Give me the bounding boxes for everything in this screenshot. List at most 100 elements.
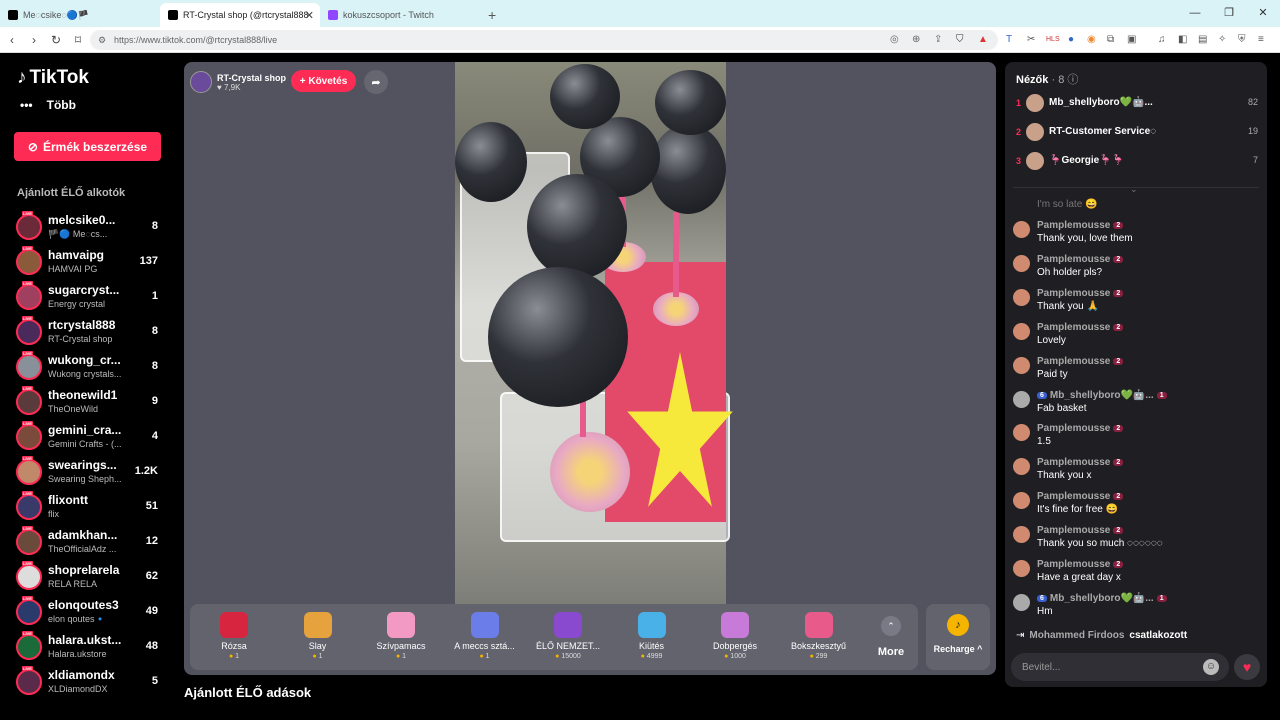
share-button[interactable]: ➦ xyxy=(364,70,388,94)
creator-item[interactable]: LIVE wukong_cr... Wukong crystals... 8 xyxy=(14,351,164,385)
creator-item[interactable]: LIVE xldiamondx XLDiamondDX 5 xyxy=(14,666,164,700)
creator-avatar[interactable] xyxy=(16,389,42,415)
creator-item[interactable]: LIVE rtcrystal888 RT-Crystal shop 8 xyxy=(14,316,164,350)
creator-avatar[interactable] xyxy=(16,564,42,590)
vpn-icon[interactable]: ⛨ xyxy=(1238,34,1246,45)
top-viewer-row[interactable]: 2 RT-Customer Service◌ 19 xyxy=(1016,123,1258,145)
chat-avatar[interactable] xyxy=(1013,390,1030,408)
chat-user[interactable]: Pamplemousse 2 xyxy=(1037,220,1124,231)
creator-avatar[interactable] xyxy=(16,284,42,310)
menu-icon[interactable]: ≡ xyxy=(1258,34,1264,45)
creator-avatar[interactable] xyxy=(16,424,42,450)
tab-rtcrystal[interactable]: RT-Crystal shop (@rtcrystal888 ✕ xyxy=(160,3,320,27)
extension-icon[interactable]: ● xyxy=(1068,34,1074,45)
minimize-icon[interactable]: — xyxy=(1178,0,1212,27)
wallet-icon[interactable]: ▤ xyxy=(1198,34,1207,45)
shield-icon[interactable]: ⛉ xyxy=(956,34,964,45)
chat-avatar[interactable] xyxy=(1013,221,1030,238)
chat-user[interactable]: Pamplemousse 2 xyxy=(1037,356,1124,367)
extension-icon[interactable]: ✂ xyxy=(1027,34,1035,45)
close-tab-icon[interactable]: ✕ xyxy=(305,9,314,22)
creator-item[interactable]: LIVE shoprelarela RELA RELA 62 xyxy=(14,561,164,595)
chat-user[interactable]: Pamplemousse 2 xyxy=(1037,559,1124,570)
more-menu[interactable]: ••• Több xyxy=(20,98,76,112)
creator-avatar[interactable] xyxy=(16,354,42,380)
gift-item[interactable]: Bokszkesztyű 299 xyxy=(778,608,860,668)
close-window-icon[interactable]: ✕ xyxy=(1246,0,1280,27)
hls-extension-icon[interactable]: HLS xyxy=(1046,36,1060,43)
chat-avatar[interactable] xyxy=(1013,526,1030,544)
chat-user[interactable]: Pamplemousse 2 xyxy=(1037,322,1124,333)
creator-avatar[interactable] xyxy=(16,319,42,345)
gift-item[interactable]: ÉLŐ NEMZET... 15000 xyxy=(527,608,609,668)
creator-item[interactable]: LIVE hamvaipg HAMVAI PG 137 xyxy=(14,246,164,280)
translate-icon[interactable]: T xyxy=(1006,34,1012,45)
creator-avatar[interactable] xyxy=(16,529,42,555)
zoom-icon[interactable]: ⊕ xyxy=(912,34,920,45)
top-viewer-row[interactable]: 1 Mb_shellyboro💚🤖... 82 xyxy=(1016,94,1258,116)
creator-item[interactable]: LIVE theonewild1 TheOneWild 9 xyxy=(14,386,164,420)
tab-twitch[interactable]: kokuszcsoport - Twitch xyxy=(320,3,480,27)
creator-avatar[interactable] xyxy=(16,634,42,660)
url-bar[interactable]: ⚙ https://www.tiktok.com/@rtcrystal888/l… xyxy=(90,30,998,50)
gift-item[interactable]: Slay 1 xyxy=(277,608,359,668)
creator-avatar[interactable] xyxy=(16,494,42,520)
creator-item[interactable]: LIVE adamkhan... TheOfficialAdz ... 12 xyxy=(14,526,164,560)
back-icon[interactable]: ‹ xyxy=(2,33,22,47)
gift-item[interactable]: Szívpamacs 1 xyxy=(360,608,442,668)
puzzle-icon[interactable]: ⧉ xyxy=(1107,34,1114,45)
chevron-down-icon[interactable]: ⌄ xyxy=(1130,184,1138,195)
chat-avatar[interactable] xyxy=(1013,322,1030,340)
info-icon[interactable]: ⓘ xyxy=(1067,74,1078,86)
chat-user[interactable]: Pamplemousse 2 xyxy=(1037,254,1124,265)
chat-user[interactable]: Pamplemousse 2 xyxy=(1037,288,1124,299)
joined-user[interactable]: Mohammed Firdoos xyxy=(1029,630,1124,641)
creator-item[interactable]: LIVE gemini_cra... Gemini Crafts - (... 4 xyxy=(14,421,164,455)
gift-item[interactable]: A meccs sztá... 1 xyxy=(444,608,526,668)
chat-user[interactable]: Pamplemousse 2 xyxy=(1037,491,1124,502)
chat-avatar[interactable] xyxy=(1013,560,1030,577)
chat-user[interactable]: Pamplemousse 2 xyxy=(1037,457,1124,468)
chat-avatar[interactable] xyxy=(1013,288,1030,306)
chat-user[interactable]: Pamplemousse 2 xyxy=(1037,525,1124,536)
creator-avatar[interactable] xyxy=(16,459,42,485)
extension-icon[interactable]: ◉ xyxy=(1087,34,1096,45)
creator-item[interactable]: LIVE melcsike0... 🏴🔵 Me◌cs... 8 xyxy=(14,211,164,245)
viewer-avatar[interactable] xyxy=(1026,123,1044,141)
streamer-info[interactable]: RT-Crystal shop ♥ 7,9K xyxy=(190,69,286,95)
site-info-icon[interactable]: ⚙ xyxy=(98,35,106,46)
creator-avatar[interactable] xyxy=(16,249,42,275)
viewer-name[interactable]: 🦩Georgie🦩🦩 xyxy=(1049,155,1124,166)
creator-item[interactable]: LIVE elonqoutes3 elon qoutes🔹 49 xyxy=(14,596,164,630)
chat-avatar[interactable] xyxy=(1013,424,1030,442)
sidebar-icon[interactable]: ◧ xyxy=(1178,34,1187,45)
creator-item[interactable]: LIVE swearings... Swearing Sheph... 1.2K xyxy=(14,456,164,490)
tab-mecsike[interactable]: Me◌csike◌🔵🏴 xyxy=(0,3,160,27)
buy-coins-button[interactable]: ⊘ Érmék beszerzése xyxy=(14,132,161,161)
tiktok-logo[interactable]: ♪ TikTok xyxy=(17,67,89,89)
viewer-name[interactable]: Mb_shellyboro💚🤖... xyxy=(1049,97,1153,108)
chat-avatar[interactable] xyxy=(1013,458,1030,476)
viewers-header[interactable]: Nézők · 8 ⓘ xyxy=(1016,71,1078,87)
new-tab-button[interactable]: + xyxy=(480,3,508,27)
extension-icon[interactable]: ▣ xyxy=(1127,34,1136,45)
top-viewer-row[interactable]: 3 🦩Georgie🦩🦩 7 xyxy=(1016,152,1258,174)
creator-avatar[interactable] xyxy=(16,669,42,695)
ai-icon[interactable]: ✧ xyxy=(1218,34,1226,45)
emoji-icon[interactable]: ☺ xyxy=(1203,659,1219,675)
bookmark-icon[interactable]: ⌑ xyxy=(68,33,88,47)
recharge-button[interactable]: ♪ Recharge ^ xyxy=(926,604,990,670)
creator-item[interactable]: LIVE sugarcryst... Energy crystal 1 xyxy=(14,281,164,315)
gift-item[interactable]: Dobpergés 1000 xyxy=(694,608,776,668)
gift-item[interactable]: Kiütés 4999 xyxy=(611,608,693,668)
follow-button[interactable]: + Követés xyxy=(291,70,356,92)
creator-item[interactable]: LIVE flixontt flix 51 xyxy=(14,491,164,525)
forward-icon[interactable]: › xyxy=(24,33,44,47)
chat-avatar[interactable] xyxy=(1013,356,1030,374)
viewer-avatar[interactable] xyxy=(1026,94,1044,112)
viewer-avatar[interactable] xyxy=(1026,152,1044,170)
viewer-name[interactable]: RT-Customer Service◌ xyxy=(1049,126,1156,137)
like-heart-button[interactable]: ♥ xyxy=(1234,654,1260,680)
chat-avatar[interactable] xyxy=(1013,254,1030,272)
chat-user[interactable]: 6 Mb_shellyboro💚🤖... 1 xyxy=(1037,593,1167,604)
